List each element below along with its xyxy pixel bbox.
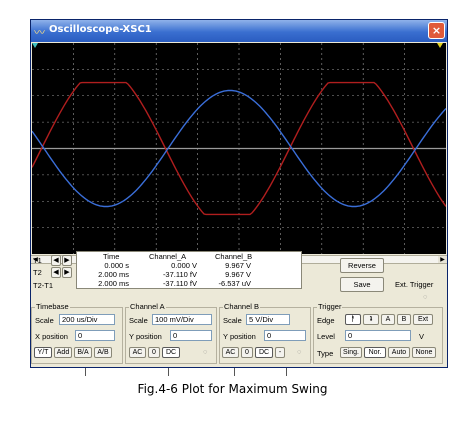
trigger-source-a-button[interactable]: A [381,314,395,325]
rising-edge-icon[interactable]: ᚨ [345,314,361,325]
title-bar[interactable]: 〰 Oscilloscope-XSC1 × [31,20,447,42]
figure-caption: Fig.4-6 Plot for Maximum Swing [137,382,328,396]
window-title: Oscilloscope-XSC1 [49,24,152,35]
channel-b-dc-button[interactable]: DC [255,347,273,358]
type-normal-button[interactable]: Nor. [364,347,386,358]
terminal-tick [168,368,169,376]
t1-right-button[interactable]: ▶ [62,255,72,266]
mode-ba-button[interactable]: B/A [74,347,92,358]
channel-b-terminal-icon[interactable]: ◌ [297,347,301,356]
t2-channel-b: 9.967 V [225,270,251,279]
cursor-t1-marker [32,43,38,48]
t2-channel-a: -37.110 fV [162,270,197,279]
terminal-tick [234,368,235,376]
terminal-tick [85,368,86,376]
trigger-title: Trigger [317,302,343,311]
mode-ab-button[interactable]: A/B [94,347,112,358]
terminal-tick [286,368,287,376]
x-position-label: X position [35,332,68,341]
x-position-field[interactable]: 0 [75,330,115,341]
timebase-title: Timebase [35,302,70,311]
channel-b-ac-button[interactable]: AC [222,347,239,358]
channel-b-scale-field[interactable]: 5 V/Div [246,314,290,325]
timebase-scale-label: Scale [35,316,54,325]
t1-label: T1 [33,256,42,265]
channel-b-ypos-field[interactable]: 0 [264,330,306,341]
t2-t1-channel-b: -6.537 uV [218,279,251,288]
t1-time: 0.000 s [104,261,129,270]
t2-right-button[interactable]: ▶ [62,267,72,278]
header-channel-a: Channel_A [149,252,187,261]
trigger-source-ext-button[interactable]: Ext [413,314,433,325]
channel-b-title: Channel B [223,302,261,311]
t1-channel-b: 9.967 V [225,261,251,270]
level-field[interactable]: 0 [345,330,411,341]
timebase-scale-field[interactable]: 200 us/Div [59,314,115,325]
level-label: Level [317,332,335,341]
channel-a-ypos-label: Y position [129,332,162,341]
falling-edge-icon[interactable]: ʇ [363,314,379,325]
reverse-button[interactable]: Reverse [340,258,384,273]
type-label: Type [317,349,334,358]
cursor-t2-marker [437,43,443,48]
measurement-table: Time Channel_A Channel_B 0.000 s 0.000 V… [76,251,302,289]
channel-b-scale-label: Scale [223,316,242,325]
channel-a-ac-button[interactable]: AC [129,347,146,358]
channel-b-ypos-label: Y position [223,332,256,341]
level-unit: V [419,332,425,341]
type-none-button[interactable]: None [412,347,436,358]
channel-a-scale-label: Scale [129,316,148,325]
t1-left-button[interactable]: ◀ [51,255,61,266]
ext-trigger-terminal-icon[interactable]: ◌ [423,292,427,301]
oscilloscope-icon: 〰 [34,26,45,39]
t2-left-button[interactable]: ◀ [51,267,61,278]
mode-yt-button[interactable]: Y/T [34,347,52,358]
scroll-right-icon[interactable]: ▶ [438,256,447,263]
channel-a-terminal-icon[interactable]: ◌ [203,347,207,356]
t2-label: T2 [33,268,42,277]
t2-time: 2.000 ms [98,270,129,279]
channel-a-ypos-field[interactable]: 0 [170,330,212,341]
channel-a-dc-button[interactable]: DC [162,347,180,358]
header-channel-b: Channel_B [215,252,253,261]
save-button[interactable]: Save [340,277,384,292]
channel-a-zero-button[interactable]: 0 [148,347,160,358]
channel-b-invert-button[interactable]: - [275,347,285,358]
t2-t1-label: T2-T1 [33,281,54,290]
scope-screen [32,43,446,254]
channel-b-zero-button[interactable]: 0 [241,347,253,358]
channel-a-title: Channel A [129,302,166,311]
channel-a-scale-field[interactable]: 100 mV/Div [152,314,212,325]
mode-add-button[interactable]: Add [54,347,72,358]
header-time: Time [103,252,120,261]
trigger-source-b-button[interactable]: B [397,314,411,325]
edge-label: Edge [317,316,335,325]
t2-t1-time: 2.000 ms [98,279,129,288]
t2-t1-channel-a: -37.110 fV [162,279,197,288]
type-single-button[interactable]: Sing. [340,347,362,358]
t1-channel-a: 0.000 V [171,261,197,270]
close-button[interactable]: × [428,22,445,39]
type-auto-button[interactable]: Auto [388,347,410,358]
ext-trigger-label: Ext. Trigger [395,280,434,289]
grid [32,43,446,254]
